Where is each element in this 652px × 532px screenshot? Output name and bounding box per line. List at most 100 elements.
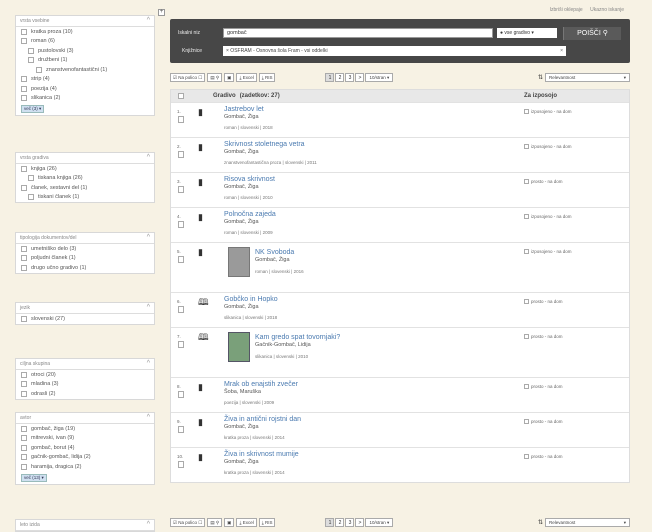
facet-option[interactable]: gombač, žiga (19) — [16, 424, 154, 434]
result-row[interactable]: 9. ▮ Živa in antični rojstni dan Gombač, Ži… — [171, 412, 629, 447]
facet-checkbox[interactable] — [21, 165, 27, 172]
put-on-list-button[interactable]: ☑ Na polico ☐ — [170, 517, 206, 527]
clear-brackets-link[interactable]: Izbriši oklepaje — [550, 7, 583, 13]
put-on-list-button[interactable]: ☑ Na polico ☐ — [170, 72, 206, 82]
result-checkbox[interactable] — [178, 186, 184, 193]
facet-header[interactable]: vrsta vsebine ^ — [16, 16, 154, 27]
availability[interactable]: prosto - na dom — [524, 384, 563, 389]
facet-checkbox[interactable] — [21, 371, 27, 378]
facet-option[interactable]: mitrevski, ivan (9) — [16, 434, 154, 444]
next-page-button[interactable]: > — [355, 72, 365, 82]
result-author[interactable]: Šoba, Maruška — [224, 389, 261, 395]
result-row[interactable]: 2. ▮ Skrivnost stoletnega vetra Gombač, Žig… — [171, 137, 629, 172]
facet-header[interactable]: jezik ^ — [16, 303, 154, 314]
result-row[interactable]: 7. 🕮 Kam gredo spat tovornjaki? Gačnik-Gomb… — [171, 327, 629, 377]
result-author[interactable]: Gombač, Žiga — [255, 257, 290, 263]
availability-checkbox[interactable] — [524, 179, 529, 184]
facet-checkbox[interactable] — [21, 463, 27, 470]
facet-option[interactable]: roman (6) — [16, 37, 154, 47]
facet-header[interactable]: tipologija dokumentov/del ^ — [16, 233, 154, 244]
facet-checkbox[interactable] — [21, 76, 27, 83]
availability[interactable]: izposojeno - na dom — [524, 144, 572, 149]
facet-option[interactable]: slovenski (27) — [16, 314, 154, 324]
facet-option[interactable]: umetniško delo (3) — [16, 244, 154, 254]
result-author[interactable]: Gombač, Žiga — [224, 304, 259, 310]
scope-select[interactable]: ● vse gradivo ▾ — [497, 28, 557, 38]
facet-checkbox[interactable] — [28, 175, 34, 182]
result-row[interactable]: 10. ▮ Živa in skrivnost mumije Gombač, Žiga… — [171, 447, 629, 482]
result-checkbox[interactable] — [178, 461, 184, 468]
result-row[interactable]: 1. ▮ Jastrebov let Gombač, Žiga roman | slov… — [171, 102, 629, 137]
print-icon[interactable]: ▣ — [224, 517, 235, 527]
facet-option[interactable]: pustolovski (3) — [16, 46, 154, 56]
result-row[interactable]: 8. ▮ Mrak ob enajstih zvečer Šoba, Maruška p… — [171, 377, 629, 412]
facet-checkbox[interactable] — [21, 38, 27, 45]
page-button[interactable]: 1 — [325, 72, 335, 82]
facet-option[interactable]: odrasli (2) — [16, 389, 154, 399]
facet-option[interactable]: otroci (20) — [16, 370, 154, 380]
facet-option[interactable]: haramija, dragica (2) — [16, 462, 154, 472]
facet-option[interactable]: slikanica (2) — [16, 94, 154, 104]
result-author[interactable]: Gombač, Žiga — [224, 219, 259, 225]
result-title[interactable]: Gobčko in Hopko — [224, 296, 278, 303]
library-chip[interactable]: × OSFRAM - Osnovna šola Fram - vsi oddel… — [226, 48, 328, 54]
availability-checkbox[interactable] — [524, 214, 529, 219]
sort-select[interactable]: Relevantnost ▾ — [545, 72, 630, 82]
search-input[interactable]: gombač — [223, 28, 493, 38]
facet-option[interactable]: knjiga (26) — [16, 164, 154, 174]
result-title[interactable]: Živa in skrivnost mumije — [224, 451, 299, 458]
facet-header[interactable]: ciljna skupina ^ — [16, 359, 154, 370]
result-checkbox[interactable] — [178, 151, 184, 158]
facet-option[interactable]: strip (4) — [16, 75, 154, 85]
facet-option[interactable]: drugo učno gradivo (1) — [16, 263, 154, 273]
ris-button[interactable]: ⤓ RIS — [258, 72, 276, 82]
expand-panel-button[interactable]: + — [158, 9, 165, 16]
facet-checkbox[interactable] — [21, 95, 27, 102]
command-search-link[interactable]: Ukazno iskanje — [590, 7, 624, 13]
facet-checkbox[interactable] — [21, 255, 27, 262]
result-author[interactable]: Gombač, Žiga — [224, 424, 259, 430]
facet-option[interactable]: tiskani članek (1) — [16, 193, 154, 203]
result-author[interactable]: Gombač, Žiga — [224, 459, 259, 465]
page-button[interactable]: 2 — [335, 517, 345, 527]
facet-checkbox[interactable] — [36, 66, 42, 73]
result-row[interactable]: 3. ▮ Risova skrivnost Gombač, Žiga roman | s… — [171, 172, 629, 207]
availability[interactable]: izposojeno - na dom — [524, 249, 572, 254]
facet-checkbox[interactable] — [21, 454, 27, 461]
show-more-button[interactable]: več (13) ▾ — [21, 473, 47, 482]
availability-checkbox[interactable] — [524, 299, 529, 304]
availability[interactable]: prosto - na dom — [524, 419, 563, 424]
facet-checkbox[interactable] — [21, 381, 27, 388]
chevron-up-icon[interactable]: ^ — [147, 17, 150, 24]
facet-checkbox[interactable] — [21, 444, 27, 451]
availability-checkbox[interactable] — [524, 109, 529, 114]
citation-button[interactable]: ▤ ⚲ — [207, 517, 223, 527]
chevron-up-icon[interactable]: ^ — [147, 234, 150, 241]
search-button[interactable]: POIŠČI ⚲ — [563, 27, 621, 40]
chevron-up-icon[interactable]: ^ — [147, 414, 150, 421]
per-page-select[interactable]: 10/stran ▾ — [365, 72, 394, 82]
availability[interactable]: izposojeno - na dom — [524, 109, 572, 114]
page-button[interactable]: 2 — [335, 72, 345, 82]
facet-checkbox[interactable] — [21, 435, 27, 442]
facet-option[interactable]: gačnik-gombač, lidija (2) — [16, 453, 154, 463]
availability[interactable]: prosto - na dom — [524, 454, 563, 459]
facet-checkbox[interactable] — [21, 425, 27, 432]
cover-image[interactable] — [228, 332, 250, 362]
print-icon[interactable]: ▣ — [224, 72, 235, 82]
facet-option[interactable]: tiskana knjiga (26) — [16, 174, 154, 184]
select-all-checkbox[interactable] — [178, 93, 184, 99]
result-title[interactable]: Risova skrivnost — [224, 176, 275, 183]
facet-checkbox[interactable] — [21, 390, 27, 397]
availability[interactable]: prosto - na dom — [524, 179, 563, 184]
result-checkbox[interactable] — [178, 341, 184, 348]
page-button[interactable]: 3 — [345, 517, 355, 527]
per-page-select[interactable]: 10/stran ▾ — [365, 517, 394, 527]
availability[interactable]: prosto - na dom — [524, 334, 563, 339]
excel-button[interactable]: ⤓ Excel — [236, 72, 257, 82]
result-author[interactable]: Gombač, Žiga — [224, 149, 259, 155]
result-title[interactable]: Živa in antični rojstni dan — [224, 416, 301, 423]
facet-checkbox[interactable] — [21, 315, 27, 322]
availability-checkbox[interactable] — [524, 384, 529, 389]
result-row[interactable]: 6. 🕮 Gobčko in Hopko Gombač, Žiga slikanica … — [171, 292, 629, 327]
